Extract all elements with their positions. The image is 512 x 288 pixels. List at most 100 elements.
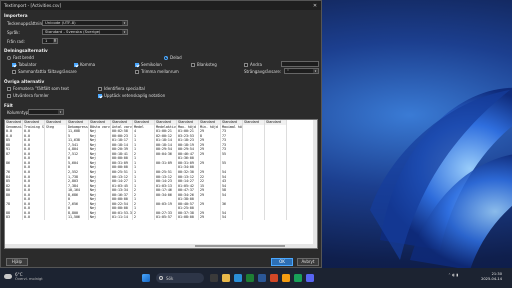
checkbox-icon — [191, 62, 195, 67]
horizontal-scrollbar[interactable] — [5, 244, 317, 248]
weather-desc: Övervi. molnigt — [15, 277, 43, 281]
tab-label: Tabulator — [18, 62, 37, 67]
table-cell: 0.0 — [23, 215, 45, 221]
close-icon[interactable]: ✕ — [309, 1, 321, 10]
table-cell — [243, 215, 265, 221]
language-select[interactable]: Standard - Svenska (Sverige) ▾ — [42, 29, 128, 35]
fields-heading: Fält — [4, 103, 13, 108]
task-view-icon[interactable] — [210, 274, 218, 282]
detect-special-label: Identifiera specialtal — [104, 86, 145, 91]
table-cell: 01:05:57 — [155, 215, 177, 221]
checkbox-checked-icon — [98, 93, 102, 98]
libreoffice-calc-icon[interactable] — [294, 274, 302, 282]
table-cell: 54 — [221, 215, 243, 221]
checkbox-icon — [12, 69, 16, 74]
table-cell: 01:11:14 — [111, 215, 133, 221]
other-label: Andra — [250, 62, 262, 67]
fixed-width-radio[interactable]: Fast bredd — [7, 55, 34, 60]
space-checkbox[interactable]: Blanksteg — [191, 62, 217, 67]
from-row-value: 1 — [45, 38, 48, 43]
charset-label: Teckenuppsättning: — [7, 21, 46, 26]
evaluate-formulas-checkbox[interactable]: Utvärdera formler — [7, 93, 49, 98]
delimited-label: Delad — [170, 55, 182, 60]
table-cell: 2 — [133, 215, 155, 221]
weather-cloud-icon — [4, 274, 12, 279]
trim-spaces-checkbox[interactable]: Trimma mellanrum — [135, 69, 179, 74]
table-cell: 01:08:00 — [177, 215, 199, 221]
language-value: Standard - Svenska (Sverige) — [45, 29, 101, 34]
detect-special-checkbox[interactable]: Identifiera specialtal — [98, 86, 145, 91]
other-checkbox[interactable]: Andra — [244, 62, 262, 67]
ok-button[interactable]: OK — [271, 258, 293, 266]
comma-label: Komma — [80, 62, 96, 67]
string-delimiter-select[interactable]: " ▾ — [284, 68, 319, 74]
table-cell — [265, 215, 287, 221]
space-label: Blanksteg — [197, 62, 217, 67]
table-cell: 11,506 — [67, 215, 89, 221]
scientific-notation-label: Upptäck vetenskaplig notation — [104, 93, 166, 98]
chevron-down-icon: ▾ — [313, 69, 318, 73]
start-icon[interactable] — [142, 274, 150, 282]
fixed-width-label: Fast bredd — [13, 55, 34, 60]
search-icon — [159, 275, 163, 280]
weather-text: 6°C Övervi. molnigt — [15, 272, 43, 281]
file-explorer-icon[interactable] — [222, 274, 230, 282]
taskbar-search[interactable]: Sök — [156, 273, 204, 283]
charset-value: Unicode (UTF-8) — [45, 20, 76, 25]
stepper-arrows-icon[interactable]: ▲ ▼ — [53, 38, 57, 43]
from-row-label: Från rad: — [7, 39, 25, 44]
from-row-stepper[interactable]: 1 ▲ ▼ — [42, 38, 58, 44]
checkbox-checked-icon — [74, 62, 78, 67]
chevron-down-icon: ▾ — [58, 110, 63, 114]
clock-date: 2025-04-14 — [481, 277, 502, 281]
cancel-button[interactable]: Avbryt — [297, 258, 319, 266]
text-import-dialog: Textimport - [Activities.csv] ✕ Importer… — [0, 0, 322, 268]
quoted-as-text-checkbox[interactable]: Formatera ”fältfält som text — [7, 86, 69, 91]
preview-grid[interactable]: Standard Standard Standard Standard Standard… — [4, 119, 318, 249]
tray-icons[interactable]: ⌃ ◐ ▮ — [448, 273, 458, 277]
string-delimiter-value: " — [287, 68, 289, 73]
charset-select[interactable]: Unicode (UTF-8) ▾ — [42, 20, 128, 26]
powerpoint-icon[interactable] — [270, 274, 278, 282]
radio-icon — [7, 55, 11, 60]
excel-icon[interactable] — [246, 274, 254, 282]
dialog-titlebar: Textimport - [Activities.csv] ✕ — [1, 1, 321, 10]
clock[interactable]: 21:30 2025-04-14 — [481, 272, 502, 282]
merge-delimiters-label: Sammanfattla fältavgränsare — [18, 69, 77, 74]
merge-delimiters-checkbox[interactable]: Sammanfattla fältavgränsare — [12, 69, 77, 74]
column-type-select[interactable]: ▾ — [28, 109, 64, 115]
table-cell: 29 — [199, 215, 221, 221]
semicolon-label: Semikolon — [141, 62, 162, 67]
scrollbar-thumb[interactable] — [195, 245, 285, 247]
table-cell: Nej — [89, 215, 111, 221]
checkbox-icon — [7, 93, 11, 98]
wallpaper-bloom — [370, 87, 512, 270]
checkbox-icon — [98, 86, 102, 91]
scientific-notation-checkbox[interactable]: Upptäck vetenskaplig notation — [98, 93, 165, 98]
semicolon-checkbox[interactable]: Semikolon — [135, 62, 162, 67]
word-icon[interactable] — [258, 274, 266, 282]
other-separator-input[interactable] — [281, 61, 319, 67]
checkbox-checked-icon — [135, 62, 139, 67]
language-label: Språk: — [7, 30, 20, 35]
preview-table: Standard Standard Standard Standard Standard… — [5, 120, 287, 221]
checkbox-checked-icon — [12, 62, 16, 67]
import-heading: Importera — [4, 13, 28, 18]
comma-checkbox[interactable]: Komma — [74, 62, 95, 67]
table-cell — [45, 215, 67, 221]
trim-spaces-label: Trimma mellanrum — [141, 69, 179, 74]
help-button[interactable]: Hjälp — [6, 258, 28, 266]
app-icon[interactable] — [306, 274, 314, 282]
taskbar — [0, 268, 512, 288]
delimited-radio[interactable]: Delad — [164, 55, 182, 60]
firefox-icon[interactable] — [282, 274, 290, 282]
other-options-heading: Övriga alternativ — [4, 79, 45, 84]
chevron-down-icon: ▾ — [122, 30, 127, 34]
evaluate-formulas-label: Utvärdera formler — [13, 93, 49, 98]
tab-checkbox[interactable]: Tabulator — [12, 62, 37, 67]
chevron-down-icon: ▾ — [122, 21, 127, 25]
weather-widget[interactable]: 6°C Övervi. molnigt — [4, 272, 43, 281]
edge-icon[interactable] — [234, 274, 242, 282]
vertical-scrollbar[interactable] — [313, 120, 317, 248]
checkbox-icon — [135, 69, 139, 74]
